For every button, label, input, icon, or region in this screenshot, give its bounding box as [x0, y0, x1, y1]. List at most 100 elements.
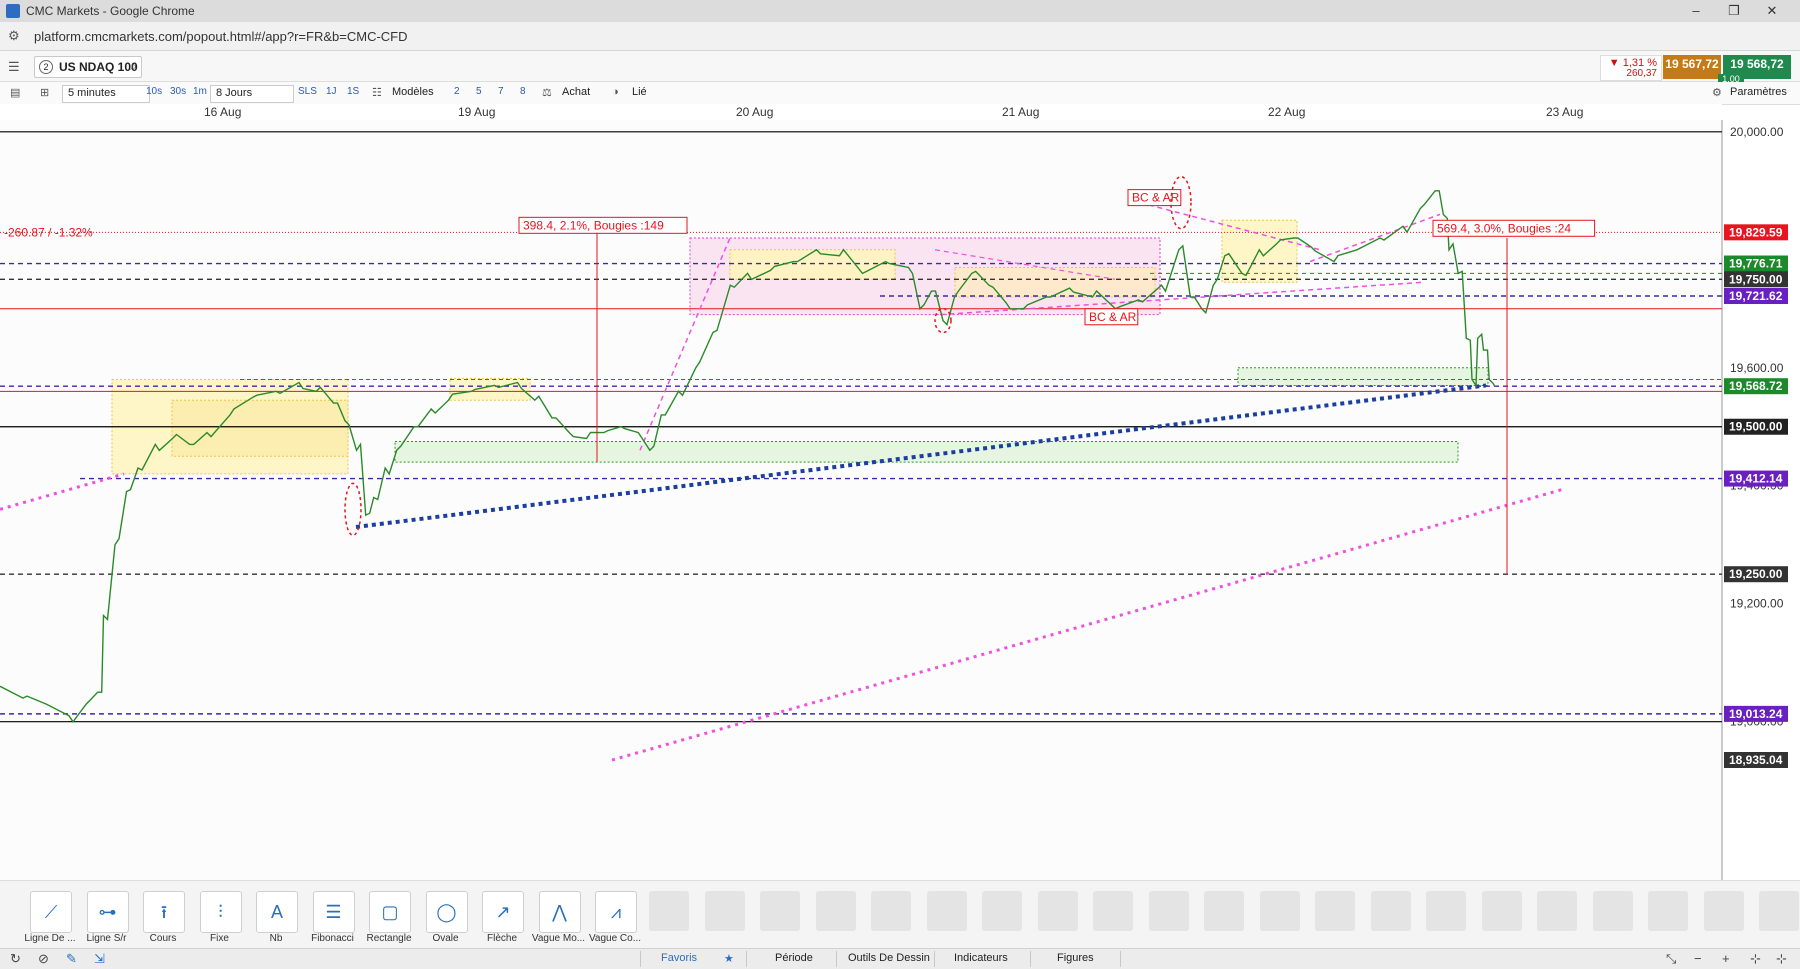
fixed-icon: ⫶ [218, 902, 223, 922]
empty-tool-slot[interactable] [760, 891, 800, 931]
address-bar[interactable]: ⚙ platform.cmcmarkets.com/popout.html#/a… [0, 22, 1800, 51]
1s-button[interactable]: 1S [347, 86, 359, 97]
refresh-icon[interactable]: ↻ [10, 951, 21, 967]
tab-period[interactable]: Période [775, 952, 813, 964]
empty-tool-slot[interactable] [1093, 891, 1133, 931]
crosshair-icon[interactable]: ⊹ [1750, 951, 1761, 967]
empty-tool-slot[interactable] [871, 891, 911, 931]
empty-tool-slot[interactable] [982, 891, 1022, 931]
search-icon[interactable]: ⌕ [130, 59, 137, 74]
1j-button[interactable]: 1J [326, 86, 337, 97]
buy-icon[interactable]: ⚖ [542, 86, 552, 99]
models-icon[interactable]: ☷ [372, 86, 382, 99]
url-text[interactable]: platform.cmcmarkets.com/popout.html#/app… [34, 29, 408, 44]
supply-zone [729, 249, 896, 280]
close-icon[interactable]: ✕ [1758, 2, 1786, 20]
instrument-name: US NDAQ 100 [59, 60, 138, 74]
sls-button[interactable]: SLS [298, 86, 317, 97]
draw-tool-text[interactable]: A [256, 891, 298, 933]
price-tag-text: 19,750.00 [1729, 272, 1783, 286]
empty-tool-slot[interactable] [1370, 891, 1411, 931]
empty-tool-slot[interactable] [1759, 891, 1799, 931]
empty-tool-slot[interactable] [1481, 891, 1522, 931]
buy-button[interactable]: Achat [562, 86, 590, 98]
price-tag-text: 19,250.00 [1729, 567, 1783, 581]
text-icon: A [270, 902, 283, 922]
cursor-icon[interactable]: ⇲ [94, 951, 105, 967]
expand-icon[interactable]: ⊹ [1776, 951, 1787, 967]
empty-tool-slot[interactable] [1537, 891, 1577, 931]
empty-tool-slot[interactable] [649, 891, 689, 931]
draw-tool-wave-co[interactable]: ⩘ [595, 891, 637, 933]
tf-30s-button[interactable]: 30s [170, 86, 186, 97]
empty-tool-slot[interactable] [1592, 891, 1633, 931]
tab-indicators[interactable]: Indicateurs [954, 952, 1008, 964]
settings-icon[interactable]: ⚙ [1712, 86, 1722, 99]
empty-tool-slot[interactable] [1703, 891, 1744, 931]
instrument-selector[interactable]: 2 US NDAQ 100 ⌕ [34, 56, 142, 78]
layout-icon[interactable]: ⊞ [40, 86, 49, 99]
empty-tool-slot[interactable] [1148, 891, 1189, 931]
preset-5-button[interactable]: 5 [476, 86, 482, 97]
empty-tool-slot[interactable] [1259, 891, 1300, 931]
zoom-out-icon[interactable]: − [1694, 951, 1702, 966]
models-button[interactable]: Modèles [392, 86, 434, 98]
price-chart[interactable]: -260.87 / -1.32% 398.4, 2.1%, Bougies :14… [0, 120, 1800, 880]
fit-icon[interactable]: ⤡ [1666, 951, 1676, 967]
tf-1m-button[interactable]: 1m [193, 86, 207, 97]
draw-tool-price[interactable]: ⭱ [143, 891, 185, 933]
app-icon [6, 4, 20, 18]
empty-tool-slot[interactable] [1426, 891, 1466, 931]
sell-price-button[interactable]: 19 567,72 [1663, 55, 1721, 79]
cancel-icon[interactable]: ⊘ [38, 951, 49, 967]
preset-7-button[interactable]: 7 [498, 86, 504, 97]
pen-icon[interactable]: ✎ [66, 951, 77, 967]
restore-icon[interactable]: ❐ [1720, 2, 1748, 20]
interval-select[interactable]: 5 minutes [62, 85, 150, 103]
draw-tool-arrow[interactable]: ↗ [482, 891, 524, 933]
draw-tool-rectangle[interactable]: ▢ [369, 891, 411, 933]
drawing-toolbar: ⟋ Ligne De ... ⊶ Ligne S/r ⭱ Cours ⫶ Fixe A Nb ☰ Fi… [0, 880, 1800, 949]
window-title: CMC Markets - Google Chrome [26, 4, 195, 18]
date-label: 16 Aug [204, 105, 242, 119]
settings-button[interactable]: Paramètres [1730, 86, 1787, 98]
empty-tool-slot[interactable] [815, 891, 856, 931]
tab-drawing-tools[interactable]: Outils De Dessin [848, 952, 930, 964]
range-select[interactable]: 8 Jours [210, 85, 294, 103]
preset-8-button[interactable]: 8 [520, 86, 526, 97]
demand-zone [1237, 367, 1489, 386]
price-tag-text: 19,776.71 [1729, 257, 1783, 271]
favorites-star-icon[interactable]: ★ [724, 952, 734, 965]
empty-tool-slot[interactable] [1315, 891, 1355, 931]
empty-tool-slot[interactable] [704, 891, 745, 931]
tab-figures[interactable]: Figures [1057, 952, 1094, 964]
linked-button[interactable]: Lié [632, 86, 647, 98]
date-label: 23 Aug [1546, 105, 1584, 119]
empty-tool-slot[interactable] [1037, 891, 1078, 931]
draw-tool-label: Nb [269, 933, 283, 944]
zoom-in-icon[interactable]: + [1722, 951, 1730, 966]
tab-favorites[interactable]: Favoris [661, 952, 697, 964]
draw-tool-line[interactable]: ⟋ [30, 891, 72, 933]
site-settings-icon[interactable]: ⚙ [8, 28, 20, 44]
draw-tool-hline[interactable]: ⊶ [86, 891, 129, 933]
supply-zone [449, 377, 531, 401]
empty-tool-slot[interactable] [1204, 891, 1244, 931]
empty-tool-slot[interactable] [926, 891, 967, 931]
preset-2-button[interactable]: 2 [454, 86, 460, 97]
price-tag-text: 19,013.24 [1729, 707, 1783, 721]
draw-tool-fibonacci[interactable]: ☰ [312, 891, 355, 933]
draw-tool-oval[interactable]: ◯ [425, 891, 468, 933]
tf-10s-button[interactable]: 10s [146, 86, 162, 97]
draw-tool-fixed[interactable]: ⫶ [199, 891, 242, 933]
draw-tool-label: Vague Co... [588, 933, 642, 944]
tab-separator [746, 951, 747, 967]
link-icon[interactable]: ◑ [612, 86, 619, 98]
bottom-tab-bar: ↻ ⊘ ✎ ⇲ Favoris ★ Période Outils De Dess… [0, 948, 1800, 969]
list-view-icon[interactable]: ▤ [10, 86, 20, 99]
draw-tool-wave[interactable]: ⋀ [538, 891, 581, 933]
empty-tool-slot[interactable] [1648, 891, 1688, 931]
menu-icon[interactable]: ☰ [8, 59, 22, 75]
date-label: 22 Aug [1268, 105, 1306, 119]
minimize-icon[interactable]: – [1682, 2, 1710, 20]
